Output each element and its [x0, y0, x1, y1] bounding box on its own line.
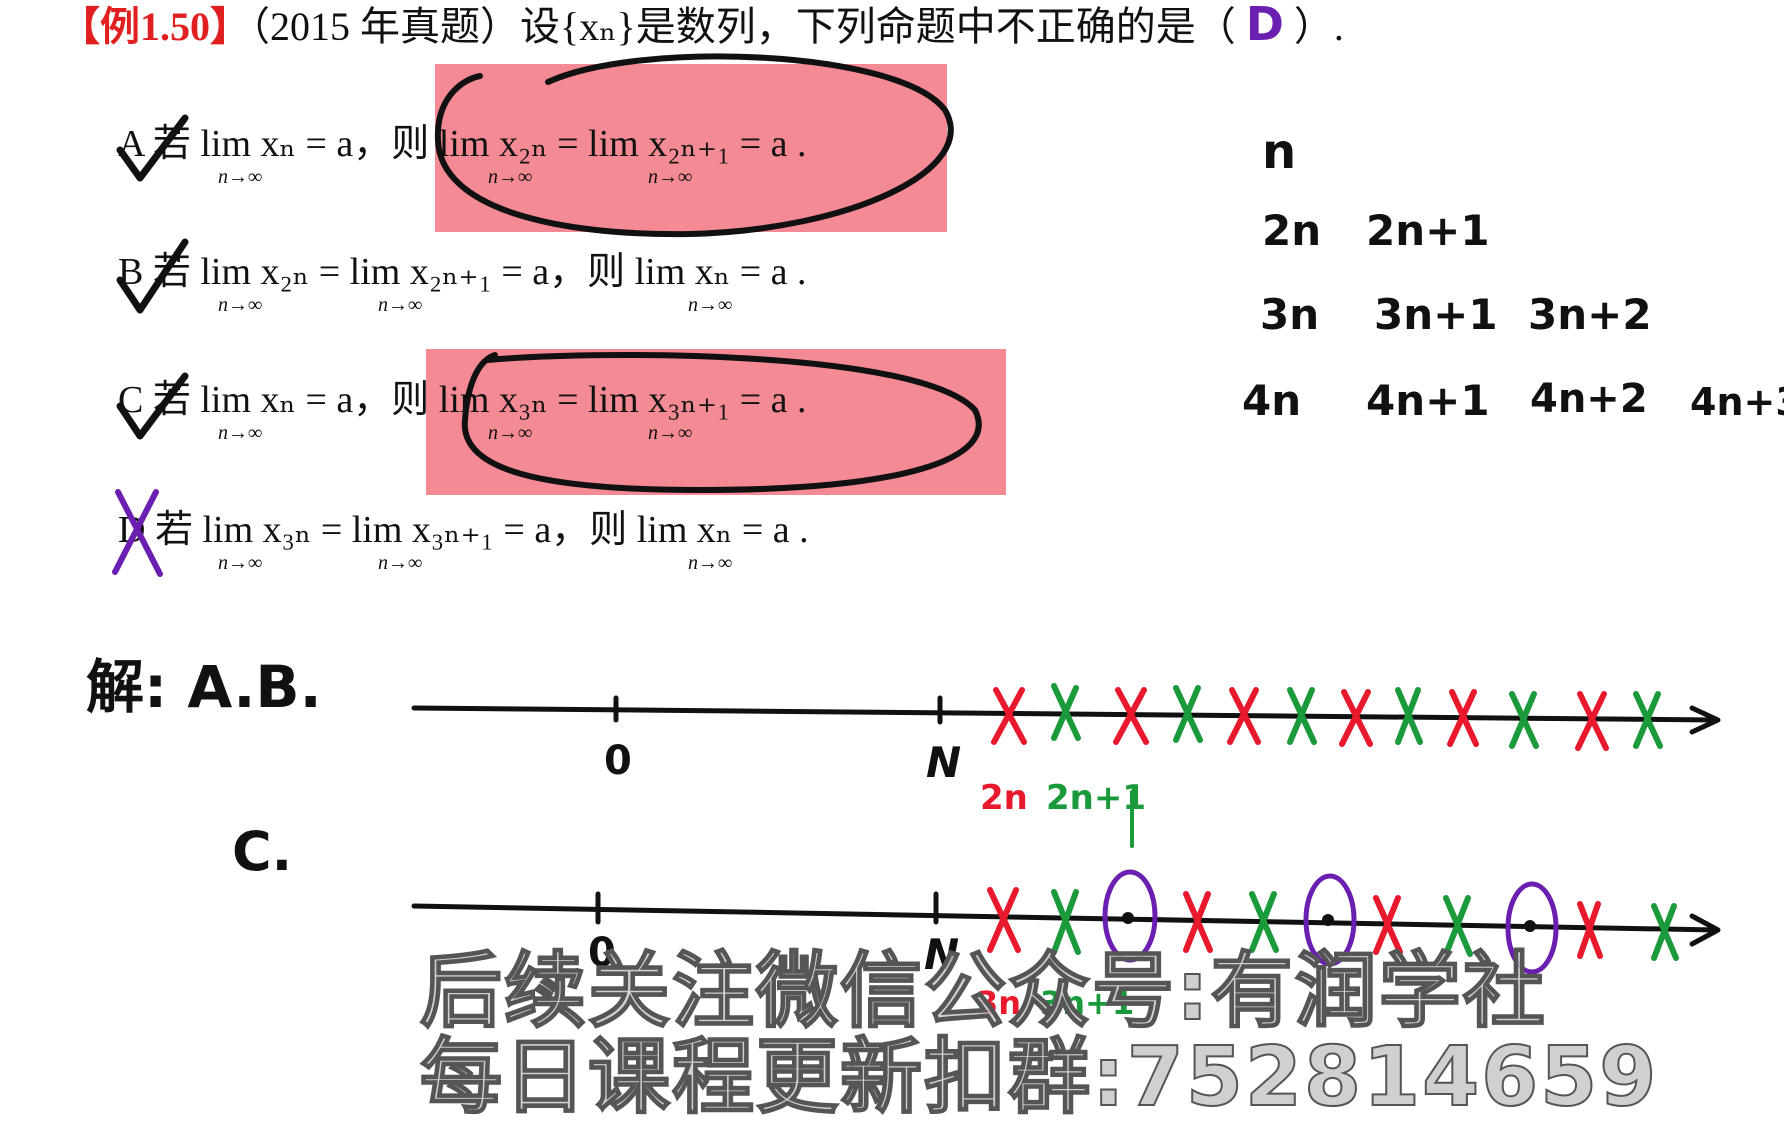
watermark-line2: 每日课程更新扣群:752814659 — [419, 1029, 1659, 1126]
cross-mark-d — [112, 489, 163, 577]
ellipse-option-a — [434, 53, 954, 238]
axis2-x8 — [1651, 903, 1679, 961]
ellipse-option-c — [461, 352, 982, 493]
ink-annotations — [112, 53, 1721, 975]
check-mark-b — [116, 238, 189, 314]
axis2-dot1 — [1122, 912, 1134, 924]
check-mark-a — [116, 114, 189, 182]
check-mark-c — [116, 372, 189, 440]
